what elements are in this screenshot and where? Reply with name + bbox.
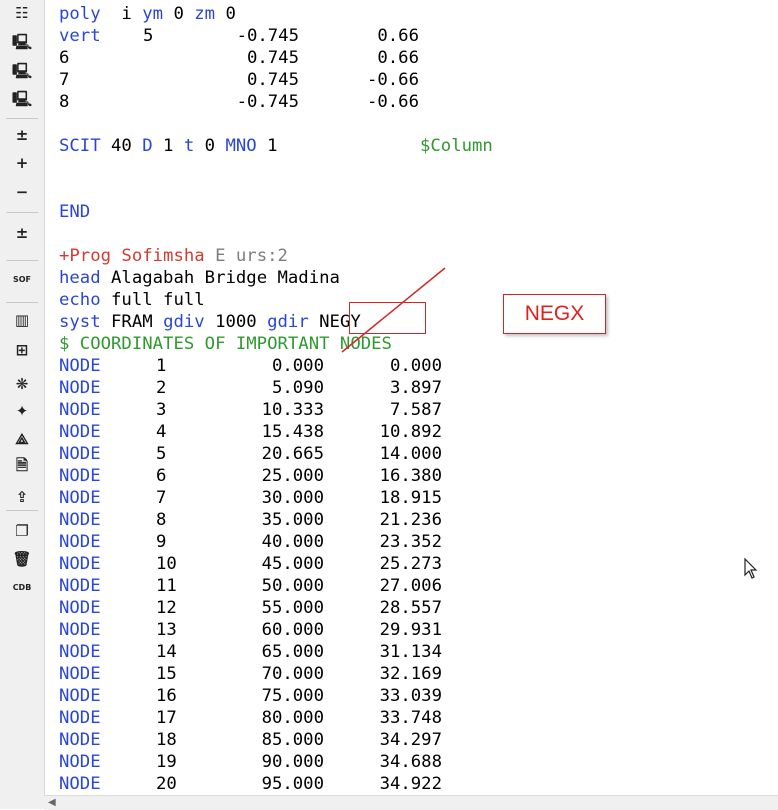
callout-negx: NEGX (503, 294, 606, 334)
annotation-arrow (341, 267, 446, 353)
mouse-cursor-icon (744, 558, 758, 579)
